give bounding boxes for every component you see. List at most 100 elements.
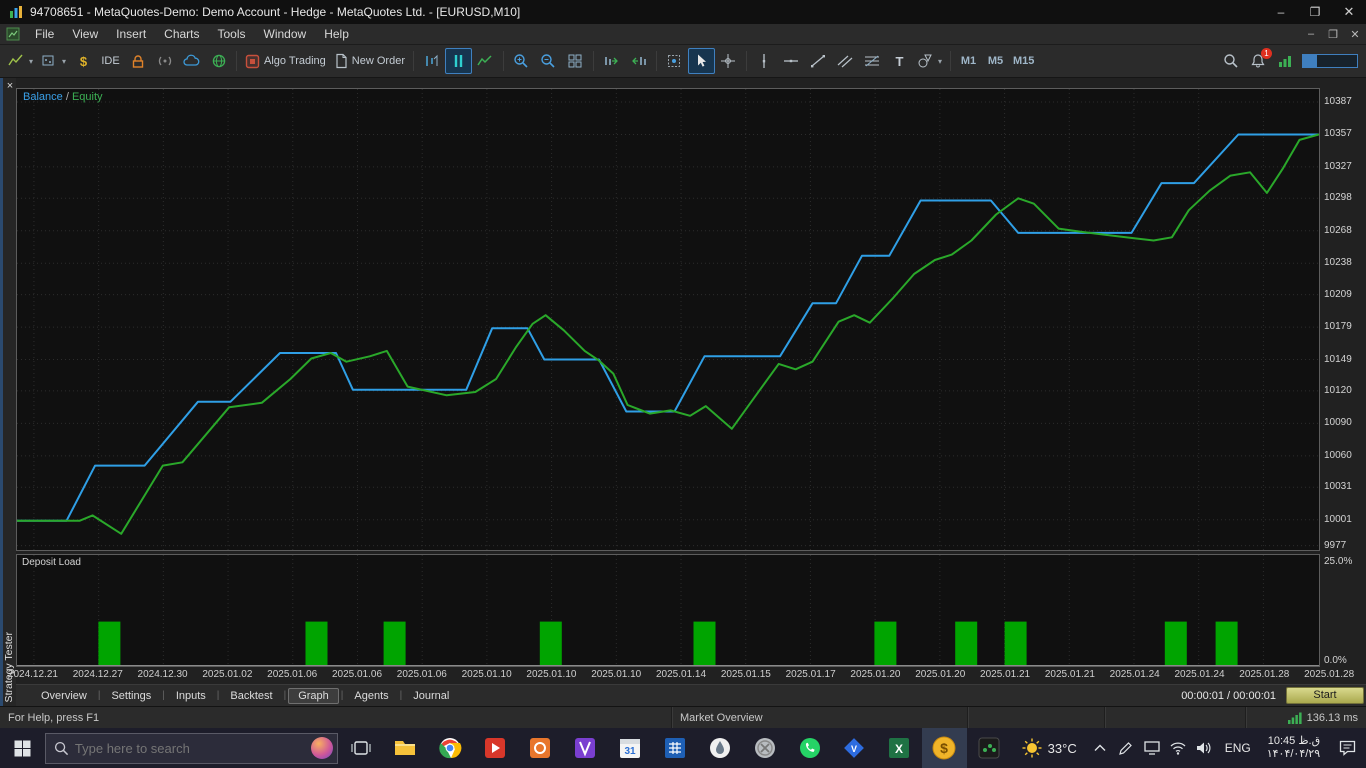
taskbar-chrome[interactable] xyxy=(428,728,473,768)
candlestick-mode-button[interactable] xyxy=(445,48,472,74)
horizontal-line-tool-button[interactable] xyxy=(778,48,805,74)
calendar-icon: 31 xyxy=(619,737,641,759)
taskbar-app-blue-diamond[interactable]: V xyxy=(832,728,877,768)
lock-icon-button[interactable] xyxy=(124,48,151,74)
equidistant-lines-tool-button[interactable] xyxy=(859,48,886,74)
taskbar-app-dark[interactable] xyxy=(967,728,1012,768)
taskbar-app-white[interactable] xyxy=(697,728,742,768)
mdi-close-button[interactable]: ✕ xyxy=(1344,28,1366,41)
clock-date: ۱۴۰۴/۰۴/۲۹ xyxy=(1267,748,1320,761)
tray-display-icon[interactable] xyxy=(1139,728,1165,768)
close-button[interactable]: ✕ xyxy=(1332,0,1366,24)
tab-overview[interactable]: Overview xyxy=(32,689,96,703)
market-overview-panel-label[interactable]: Market Overview xyxy=(672,707,968,728)
taskbar-app-red[interactable] xyxy=(473,728,518,768)
algo-trading-button[interactable]: Algo Trading xyxy=(241,48,330,74)
taskbar-excel[interactable]: X xyxy=(877,728,922,768)
chart-shift-button[interactable] xyxy=(625,48,652,74)
timeframe-m5-button[interactable]: M5 xyxy=(982,48,1009,74)
tab-settings[interactable]: Settings xyxy=(102,689,160,703)
timeframe-m1-button[interactable]: M1 xyxy=(955,48,982,74)
crosshair-tool-button[interactable] xyxy=(715,48,742,74)
tab-separator: | xyxy=(284,690,287,701)
symbols-button[interactable]: $ xyxy=(70,48,97,74)
taskbar-app-purple[interactable] xyxy=(563,728,608,768)
menu-window[interactable]: Window xyxy=(255,25,316,43)
new-order-button[interactable]: New Order xyxy=(330,48,409,74)
vertical-line-tool-button[interactable] xyxy=(751,48,778,74)
community-icon-button[interactable] xyxy=(205,48,232,74)
y-axis-label: 10179 xyxy=(1324,321,1366,333)
taskbar-calendar[interactable]: 31 xyxy=(608,728,653,768)
zoom-out-button[interactable] xyxy=(535,48,562,74)
trendline-tool-button[interactable] xyxy=(805,48,832,74)
menu-charts[interactable]: Charts xyxy=(155,25,208,43)
cursor-tool-button[interactable] xyxy=(688,48,715,74)
taskbar-coin-app[interactable] xyxy=(742,728,787,768)
tray-volume-icon[interactable] xyxy=(1191,728,1217,768)
start-button[interactable]: Start xyxy=(1286,687,1364,704)
shapes-dropdown-button[interactable]: ▾ xyxy=(913,48,946,74)
maximize-button[interactable]: ❐ xyxy=(1298,0,1332,24)
indicators-dropdown-button[interactable]: ▾ xyxy=(4,48,37,74)
cloud-icon-button[interactable] xyxy=(178,48,205,74)
menu-help[interactable]: Help xyxy=(315,25,358,43)
deposit-load-plot xyxy=(17,555,1319,666)
taskbar-clock[interactable]: 10:45 ق.ظ ۱۴۰۴/۰۴/۲۹ xyxy=(1259,735,1328,761)
timeframe-m15-button[interactable]: M15 xyxy=(1009,48,1038,74)
tester-vertical-title: Strategy Tester xyxy=(3,632,15,702)
search-button[interactable] xyxy=(1217,48,1244,74)
language-indicator[interactable]: ENG xyxy=(1217,741,1259,755)
menu-view[interactable]: View xyxy=(63,25,107,43)
legend-equity-label: Equity xyxy=(72,91,103,103)
deposit-load-chart: Deposit Load 25.0% 0.0% xyxy=(16,554,1320,667)
ide-button[interactable]: IDE xyxy=(97,48,124,74)
tester-tab-bar: Overview|Settings|Inputs|Backtest|Graph|… xyxy=(16,684,1366,706)
action-center-button[interactable] xyxy=(1328,728,1366,768)
menu-file[interactable]: File xyxy=(26,25,63,43)
taskbar-whatsapp[interactable] xyxy=(787,728,832,768)
taskbar-file-explorer[interactable] xyxy=(383,728,428,768)
tab-backtest[interactable]: Backtest xyxy=(221,689,281,703)
line-chart-mode-button[interactable] xyxy=(472,48,499,74)
tab-inputs[interactable]: Inputs xyxy=(167,689,215,703)
coin-icon xyxy=(754,737,776,759)
taskbar-search-box[interactable] xyxy=(45,733,338,764)
tray-wifi-icon[interactable] xyxy=(1165,728,1191,768)
search-input[interactable] xyxy=(75,741,305,756)
tray-pen-icon[interactable] xyxy=(1113,728,1139,768)
auto-scroll-button[interactable] xyxy=(598,48,625,74)
tray-chevron-up-icon[interactable] xyxy=(1087,728,1113,768)
x-axis-label: 2025.01.21 xyxy=(1045,669,1095,680)
zoom-in-button[interactable] xyxy=(508,48,535,74)
tab-journal[interactable]: Journal xyxy=(404,689,458,703)
start-menu-button[interactable] xyxy=(0,728,45,768)
minimize-button[interactable]: – xyxy=(1264,0,1298,24)
tester-close-button[interactable]: × xyxy=(4,79,16,93)
tab-graph[interactable]: Graph xyxy=(288,688,339,704)
objects-dropdown-button[interactable]: ▾ xyxy=(37,48,70,74)
x-axis-label: 2024.12.27 xyxy=(73,669,123,680)
taskbar-app-grid[interactable] xyxy=(652,728,697,768)
menu-insert[interactable]: Insert xyxy=(107,25,155,43)
taskbar-app-orange[interactable] xyxy=(518,728,563,768)
x-axis-label: 2025.01.14 xyxy=(656,669,706,680)
app-logo-icon xyxy=(8,4,24,20)
mdi-restore-button[interactable]: ❐ xyxy=(1322,28,1344,41)
tab-agents[interactable]: Agents xyxy=(345,689,397,703)
task-view-button[interactable] xyxy=(338,728,383,768)
channel-tool-button[interactable] xyxy=(832,48,859,74)
tile-windows-button[interactable] xyxy=(562,48,589,74)
notifications-bell-button[interactable]: 1 xyxy=(1244,48,1271,74)
bar-chart-mode-button[interactable] xyxy=(418,48,445,74)
broadcast-off-icon-button[interactable] xyxy=(151,48,178,74)
balance-equity-plot xyxy=(17,89,1319,550)
taskbar-weather[interactable]: 33°C xyxy=(1012,738,1087,758)
menu-tools[interactable]: Tools xyxy=(209,25,255,43)
taskbar-metatrader[interactable]: $ xyxy=(922,728,967,768)
svg-text:X: X xyxy=(895,742,903,756)
trading-signals-button[interactable] xyxy=(1271,48,1298,74)
text-tool-button[interactable]: T xyxy=(886,48,913,74)
strategy-tester-button[interactable] xyxy=(661,48,688,74)
mdi-minimize-button[interactable]: – xyxy=(1300,28,1322,40)
